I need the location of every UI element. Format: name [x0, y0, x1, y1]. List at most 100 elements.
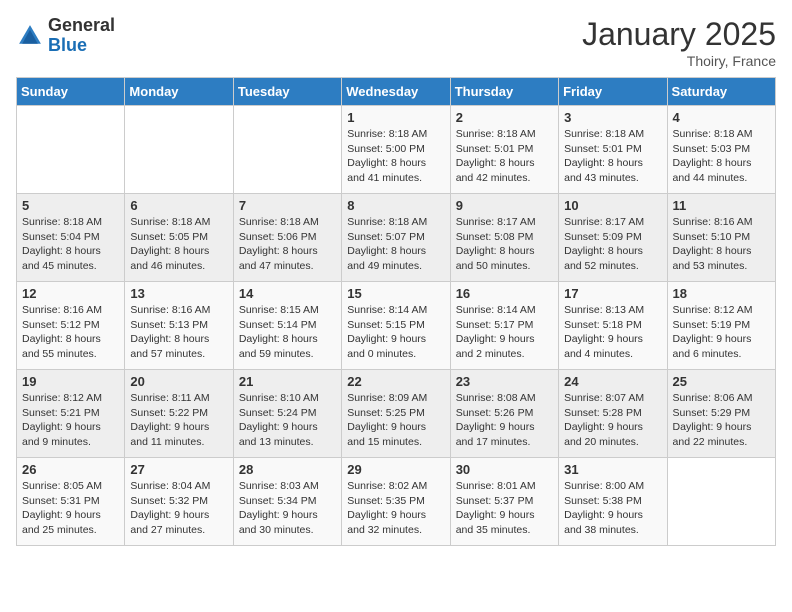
day-number: 16 [456, 286, 553, 301]
day-info: Sunrise: 8:18 AM Sunset: 5:01 PM Dayligh… [456, 127, 553, 186]
day-info: Sunrise: 8:18 AM Sunset: 5:01 PM Dayligh… [564, 127, 661, 186]
day-number: 12 [22, 286, 119, 301]
calendar-week-row: 5 Sunrise: 8:18 AM Sunset: 5:04 PM Daylig… [17, 194, 776, 282]
day-info: Sunrise: 8:18 AM Sunset: 5:00 PM Dayligh… [347, 127, 444, 186]
day-number: 20 [130, 374, 227, 389]
calendar-cell [233, 106, 341, 194]
day-number: 26 [22, 462, 119, 477]
day-info: Sunrise: 8:18 AM Sunset: 5:06 PM Dayligh… [239, 215, 336, 274]
calendar-cell: 2 Sunrise: 8:18 AM Sunset: 5:01 PM Daylig… [450, 106, 558, 194]
day-number: 6 [130, 198, 227, 213]
day-info: Sunrise: 8:12 AM Sunset: 5:19 PM Dayligh… [673, 303, 770, 362]
day-info: Sunrise: 8:08 AM Sunset: 5:26 PM Dayligh… [456, 391, 553, 450]
calendar-body: 1 Sunrise: 8:18 AM Sunset: 5:00 PM Daylig… [17, 106, 776, 546]
page-header: General Blue January 2025 Thoiry, France [16, 16, 776, 69]
day-info: Sunrise: 8:05 AM Sunset: 5:31 PM Dayligh… [22, 479, 119, 538]
calendar-cell [17, 106, 125, 194]
day-number: 11 [673, 198, 770, 213]
day-of-week-header: Friday [559, 78, 667, 106]
calendar-week-row: 19 Sunrise: 8:12 AM Sunset: 5:21 PM Dayli… [17, 370, 776, 458]
day-number: 3 [564, 110, 661, 125]
day-number: 4 [673, 110, 770, 125]
day-number: 7 [239, 198, 336, 213]
calendar-cell: 24 Sunrise: 8:07 AM Sunset: 5:28 PM Dayli… [559, 370, 667, 458]
day-info: Sunrise: 8:06 AM Sunset: 5:29 PM Dayligh… [673, 391, 770, 450]
calendar-cell: 30 Sunrise: 8:01 AM Sunset: 5:37 PM Dayli… [450, 458, 558, 546]
calendar-cell: 9Sunrise: 8:17 AM Sunset: 5:08 PM Daylig… [450, 194, 558, 282]
calendar-table: SundayMondayTuesdayWednesdayThursdayFrid… [16, 77, 776, 546]
day-info: Sunrise: 8:18 AM Sunset: 5:03 PM Dayligh… [673, 127, 770, 186]
day-number: 24 [564, 374, 661, 389]
day-info: Sunrise: 8:16 AM Sunset: 5:13 PM Dayligh… [130, 303, 227, 362]
calendar-cell: 16 Sunrise: 8:14 AM Sunset: 5:17 PM Dayli… [450, 282, 558, 370]
day-number: 25 [673, 374, 770, 389]
calendar-cell: 1 Sunrise: 8:18 AM Sunset: 5:00 PM Daylig… [342, 106, 450, 194]
logo-icon [16, 22, 44, 50]
day-info: Sunrise: 8:12 AM Sunset: 5:21 PM Dayligh… [22, 391, 119, 450]
day-number: 19 [22, 374, 119, 389]
day-number: 10 [564, 198, 661, 213]
logo-general-text: General [48, 15, 115, 35]
calendar-cell: 6 Sunrise: 8:18 AM Sunset: 5:05 PM Daylig… [125, 194, 233, 282]
day-info: Sunrise: 8:02 AM Sunset: 5:35 PM Dayligh… [347, 479, 444, 538]
day-number: 13 [130, 286, 227, 301]
day-info: Sunrise: 8:18 AM Sunset: 5:04 PM Dayligh… [22, 215, 119, 274]
calendar-cell [125, 106, 233, 194]
day-info: Sunrise: 8:00 AM Sunset: 5:38 PM Dayligh… [564, 479, 661, 538]
day-number: 9 [456, 198, 553, 213]
calendar-week-row: 26 Sunrise: 8:05 AM Sunset: 5:31 PM Dayli… [17, 458, 776, 546]
logo-blue-text: Blue [48, 35, 87, 55]
calendar-cell: 22 Sunrise: 8:09 AM Sunset: 5:25 PM Dayli… [342, 370, 450, 458]
day-info: Sunrise: 8:10 AM Sunset: 5:24 PM Dayligh… [239, 391, 336, 450]
calendar-cell: 7 Sunrise: 8:18 AM Sunset: 5:06 PM Daylig… [233, 194, 341, 282]
calendar-cell: 15 Sunrise: 8:14 AM Sunset: 5:15 PM Dayli… [342, 282, 450, 370]
calendar-cell: 28 Sunrise: 8:03 AM Sunset: 5:34 PM Dayli… [233, 458, 341, 546]
day-number: 22 [347, 374, 444, 389]
calendar-cell: 4 Sunrise: 8:18 AM Sunset: 5:03 PM Daylig… [667, 106, 775, 194]
day-of-week-header: Saturday [667, 78, 775, 106]
day-number: 2 [456, 110, 553, 125]
calendar-cell: 11 Sunrise: 8:16 AM Sunset: 5:10 PM Dayli… [667, 194, 775, 282]
day-number: 27 [130, 462, 227, 477]
day-number: 8 [347, 198, 444, 213]
day-info: Sunrise: 8:01 AM Sunset: 5:37 PM Dayligh… [456, 479, 553, 538]
calendar-cell: 12 Sunrise: 8:16 AM Sunset: 5:12 PM Dayli… [17, 282, 125, 370]
calendar-cell [667, 458, 775, 546]
calendar-cell: 26 Sunrise: 8:05 AM Sunset: 5:31 PM Dayli… [17, 458, 125, 546]
day-number: 30 [456, 462, 553, 477]
location: Thoiry, France [582, 53, 776, 69]
day-info: Sunrise: 8:14 AM Sunset: 5:17 PM Dayligh… [456, 303, 553, 362]
day-number: 14 [239, 286, 336, 301]
calendar-cell: 31Sunrise: 8:00 AM Sunset: 5:38 PM Dayli… [559, 458, 667, 546]
day-number: 5 [22, 198, 119, 213]
month-year: January 2025 [582, 16, 776, 53]
day-info: Sunrise: 8:14 AM Sunset: 5:15 PM Dayligh… [347, 303, 444, 362]
day-of-week-header: Monday [125, 78, 233, 106]
day-number: 15 [347, 286, 444, 301]
day-info: Sunrise: 8:03 AM Sunset: 5:34 PM Dayligh… [239, 479, 336, 538]
day-info: Sunrise: 8:17 AM Sunset: 5:09 PM Dayligh… [564, 215, 661, 274]
calendar-cell: 19 Sunrise: 8:12 AM Sunset: 5:21 PM Dayli… [17, 370, 125, 458]
calendar-cell: 18Sunrise: 8:12 AM Sunset: 5:19 PM Dayli… [667, 282, 775, 370]
day-info: Sunrise: 8:16 AM Sunset: 5:12 PM Dayligh… [22, 303, 119, 362]
day-info: Sunrise: 8:07 AM Sunset: 5:28 PM Dayligh… [564, 391, 661, 450]
day-number: 29 [347, 462, 444, 477]
calendar-cell: 29 Sunrise: 8:02 AM Sunset: 5:35 PM Dayli… [342, 458, 450, 546]
day-number: 1 [347, 110, 444, 125]
calendar-cell: 14Sunrise: 8:15 AM Sunset: 5:14 PM Dayli… [233, 282, 341, 370]
day-of-week-header: Sunday [17, 78, 125, 106]
day-info: Sunrise: 8:04 AM Sunset: 5:32 PM Dayligh… [130, 479, 227, 538]
day-info: Sunrise: 8:13 AM Sunset: 5:18 PM Dayligh… [564, 303, 661, 362]
day-info: Sunrise: 8:16 AM Sunset: 5:10 PM Dayligh… [673, 215, 770, 274]
calendar-cell: 10 Sunrise: 8:17 AM Sunset: 5:09 PM Dayli… [559, 194, 667, 282]
day-of-week-header: Thursday [450, 78, 558, 106]
day-number: 28 [239, 462, 336, 477]
calendar-cell: 17Sunrise: 8:13 AM Sunset: 5:18 PM Dayli… [559, 282, 667, 370]
calendar-cell: 20Sunrise: 8:11 AM Sunset: 5:22 PM Dayli… [125, 370, 233, 458]
day-info: Sunrise: 8:09 AM Sunset: 5:25 PM Dayligh… [347, 391, 444, 450]
day-of-week-header: Wednesday [342, 78, 450, 106]
day-number: 21 [239, 374, 336, 389]
calendar-cell: 8Sunrise: 8:18 AM Sunset: 5:07 PM Daylig… [342, 194, 450, 282]
day-info: Sunrise: 8:18 AM Sunset: 5:05 PM Dayligh… [130, 215, 227, 274]
calendar-cell: 21 Sunrise: 8:10 AM Sunset: 5:24 PM Dayli… [233, 370, 341, 458]
